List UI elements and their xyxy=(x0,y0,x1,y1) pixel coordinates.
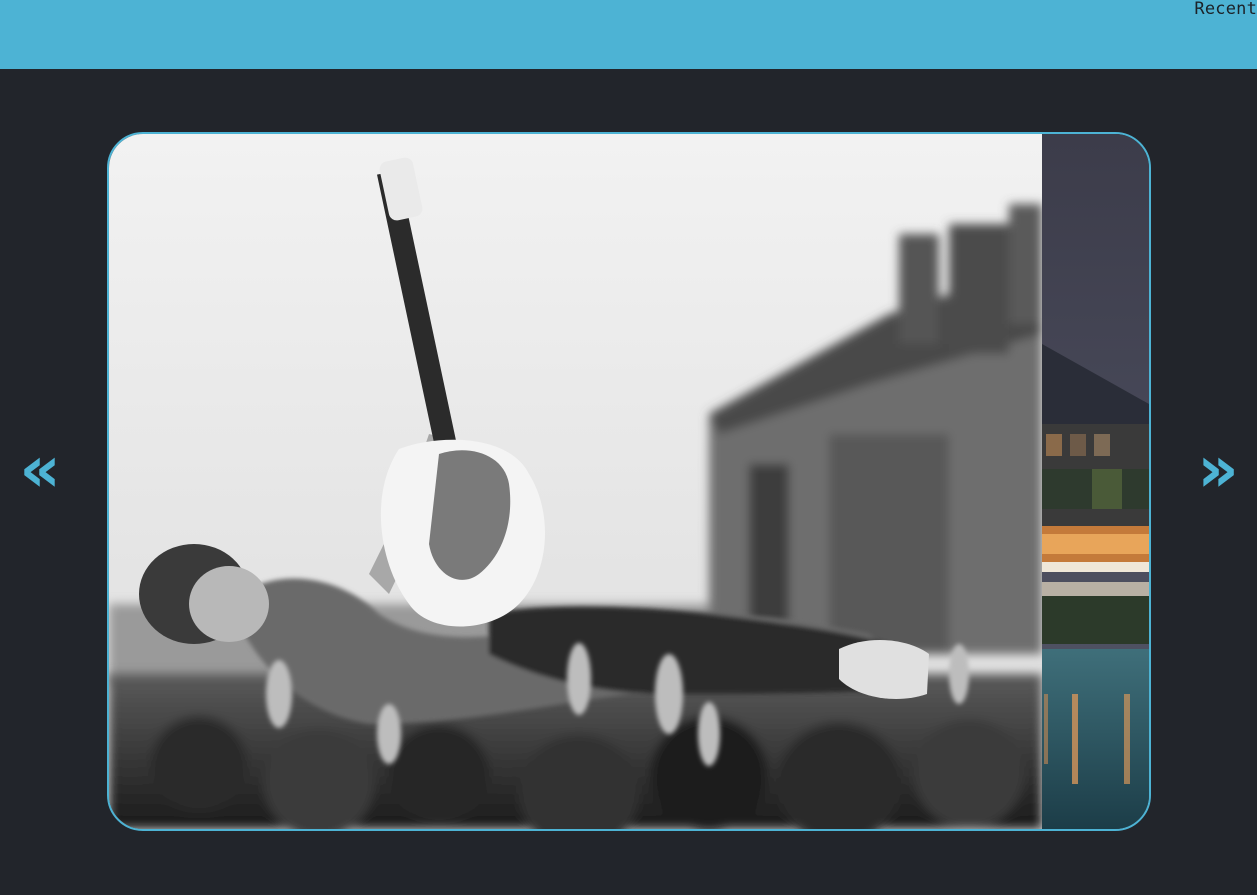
next-slide-button[interactable]: » xyxy=(1190,438,1246,504)
image-carousel[interactable] xyxy=(107,132,1151,831)
top-bar: Recent xyxy=(0,0,1257,69)
double-chevron-right-icon: » xyxy=(1197,433,1239,507)
carousel-slide-current[interactable] xyxy=(109,134,1042,829)
concert-crowd-surfer-photo xyxy=(109,134,1042,829)
night-hotel-pool-photo xyxy=(1042,134,1149,829)
previous-slide-button[interactable]: « xyxy=(12,438,68,504)
carousel-slide-next[interactable] xyxy=(1042,134,1149,829)
recent-link[interactable]: Recent xyxy=(1194,0,1257,18)
double-chevron-left-icon: « xyxy=(19,433,61,507)
